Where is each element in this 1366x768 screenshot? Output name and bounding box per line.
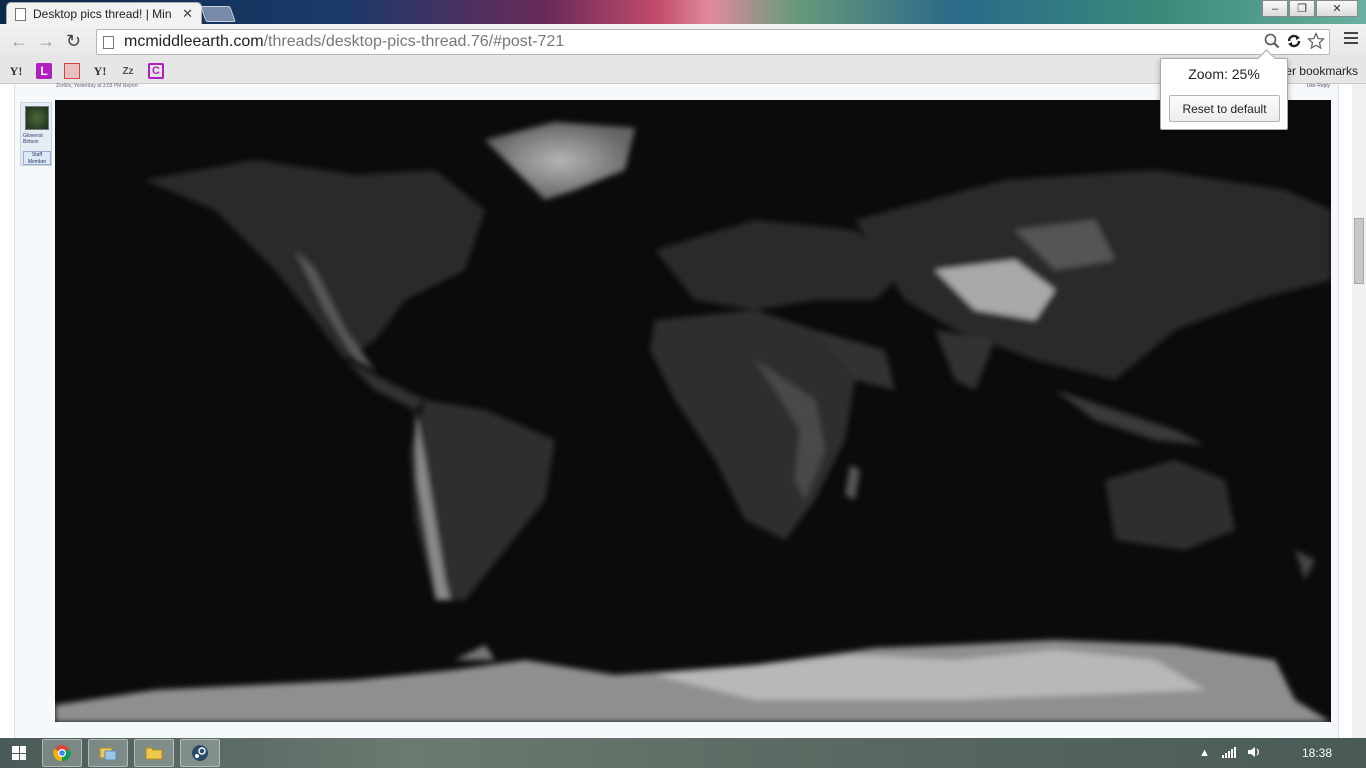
explorer-taskbar-icon[interactable] [88,739,128,767]
post-meta: Zor6lis, Yesterday at 3:03 PM Report [56,83,138,89]
page-content: Zor6lis, Yesterday at 3:03 PM Report Lik… [0,83,1366,738]
clock[interactable]: 18:38 [1302,746,1332,760]
window-controls: – ❐ ✕ [1261,0,1358,17]
post-actions[interactable]: Like Reply [1307,83,1330,89]
url-path: /threads/desktop-pics-thread.76/#post-72… [263,33,565,50]
tab-title: Desktop pics thread! | Min [33,7,172,21]
sync-icon[interactable] [1285,32,1303,50]
back-button[interactable]: ← [10,31,28,52]
reset-zoom-button[interactable]: Reset to default [1169,95,1280,122]
image-bookmark-icon[interactable] [64,63,80,79]
avatar[interactable] [25,106,49,130]
omnibox-icons [1263,32,1325,50]
minimize-button[interactable]: – [1262,0,1288,17]
bookmark-star-icon[interactable] [1307,32,1325,50]
page-icon [15,7,26,21]
c-bookmark-icon[interactable]: C [148,63,164,79]
yahoo-bookmark-icon[interactable]: Y! [8,63,24,79]
taskbar: ▲ 18:38 [0,738,1366,768]
author-name[interactable]: Glovenst Birtson [23,133,51,145]
author-card: Glovenst Birtson Staff Member [20,102,52,166]
url-host: mcmiddleearth.com [124,33,264,50]
forward-button[interactable]: → [37,31,55,52]
zoom-icon[interactable] [1263,32,1281,50]
staff-badge: Staff Member [23,151,51,165]
tab-close-icon[interactable]: ✕ [182,6,193,22]
new-tab-button[interactable] [200,6,236,22]
title-bar: Desktop pics thread! | Min ✕ – ❐ ✕ [0,0,1366,25]
system-tray: ▲ 18:38 [1199,738,1366,768]
menu-icon[interactable] [1344,32,1358,47]
browser-tab[interactable]: Desktop pics thread! | Min ✕ [6,2,202,25]
close-window-button[interactable]: ✕ [1316,0,1358,17]
steam-taskbar-icon[interactable] [180,739,220,767]
world-map-image [55,100,1331,722]
yahoo-bookmark-icon-2[interactable]: Y! [92,63,108,79]
show-hidden-icons-icon[interactable]: ▲ [1199,747,1210,759]
address-bar[interactable]: mcmiddleearth.com /threads/desktop-pics-… [96,29,1330,55]
folder-taskbar-icon[interactable] [134,739,174,767]
browser-toolbar: ← → ↻ mcmiddleearth.com /threads/desktop… [0,24,1366,59]
chrome-taskbar-icon[interactable] [42,739,82,767]
vertical-scrollbar[interactable] [1352,84,1366,738]
windows-start-icon[interactable] [12,746,26,760]
restore-button[interactable]: ❐ [1289,0,1315,17]
sleep-bookmark-icon[interactable]: Zz [120,63,136,79]
reload-button[interactable]: ↻ [66,31,81,52]
zoom-popup: Zoom: 25% Reset to default [1160,58,1288,130]
zoom-level-text: Zoom: 25% [1188,66,1260,82]
other-bookmarks[interactable]: er bookmarks [1285,64,1358,78]
page-icon [103,35,114,49]
network-icon[interactable] [1221,746,1236,761]
l-bookmark-icon[interactable]: L [36,63,52,79]
scroll-thumb[interactable] [1354,218,1364,284]
volume-icon[interactable] [1247,746,1262,761]
